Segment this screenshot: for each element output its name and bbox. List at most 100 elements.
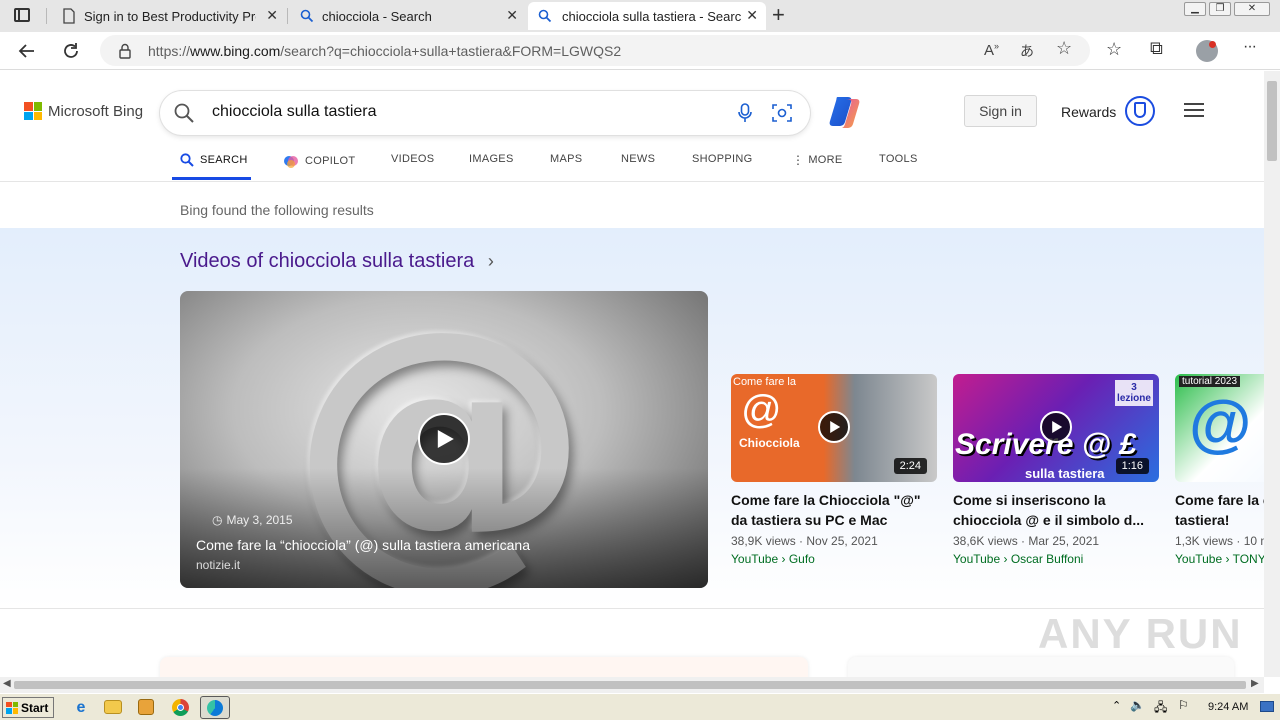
search-icon[interactable] xyxy=(174,103,194,123)
results-info: Bing found the following results xyxy=(180,202,374,218)
video-thumbnail[interactable]: tutorial 2023 @ xyxy=(1175,374,1264,482)
refresh-icon[interactable] xyxy=(62,42,80,60)
video-title[interactable]: Come si inseriscono la chiocciola @ e il… xyxy=(953,490,1159,530)
thumb-text: 3 lezione xyxy=(1115,380,1153,406)
media-player-icon[interactable] xyxy=(138,699,154,715)
video-source: notizie.it xyxy=(196,558,241,572)
video-card[interactable]: tutorial 2023 @ Come fare la chiocciola … xyxy=(1175,374,1264,566)
tab-actions-icon[interactable] xyxy=(14,8,30,22)
nav-active-indicator xyxy=(172,177,251,180)
tab-chiocciola-sulla-tastiera[interactable]: chiocciola sulla tastiera - Search ✕ xyxy=(528,2,766,30)
videos-title-text: Videos of chiocciola sulla tastiera xyxy=(180,250,475,272)
minimize-button[interactable]: ▁ xyxy=(1184,2,1206,16)
close-icon[interactable]: ✕ xyxy=(266,7,278,24)
page-icon xyxy=(63,8,75,24)
chrome-icon[interactable] xyxy=(172,699,189,716)
tab-title: chiocciola - Search xyxy=(322,8,432,24)
profile-avatar[interactable] xyxy=(1196,40,1218,62)
close-window-button[interactable]: ✕ xyxy=(1234,2,1270,16)
scroll-right-icon[interactable]: ▶ xyxy=(1251,678,1259,689)
sign-in-button[interactable]: Sign in xyxy=(964,95,1037,127)
tab-chiocciola-search[interactable]: chiocciola - Search ✕ xyxy=(290,2,526,30)
logo-text: Microsoft Bing xyxy=(48,102,144,120)
microphone-icon[interactable] xyxy=(738,103,752,123)
videos-section-title[interactable]: Videos of chiocciola sulla tastiera › xyxy=(180,250,494,273)
featured-video[interactable]: @ ◷May 3, 2015 Come fare la “chiocciola”… xyxy=(180,291,708,588)
rewards-medal-icon[interactable] xyxy=(1125,96,1155,126)
close-icon[interactable]: ✕ xyxy=(746,7,758,24)
video-card[interactable]: 3 lezione Scrivere @ £ sulla tastiera 1:… xyxy=(953,374,1159,566)
folder-icon[interactable] xyxy=(104,700,122,714)
play-button[interactable] xyxy=(418,413,470,465)
play-button[interactable] xyxy=(1040,411,1072,443)
close-icon[interactable]: ✕ xyxy=(506,7,518,24)
nav-maps[interactable]: MAPS xyxy=(550,153,582,165)
clock: 9:24 AM xyxy=(1208,701,1249,713)
play-icon xyxy=(437,430,454,448)
sign-in-label: Sign in xyxy=(979,103,1022,119)
video-meta: 38,9K views · Nov 25, 2021 xyxy=(731,534,878,548)
divider xyxy=(0,608,1264,609)
video-thumbnail[interactable]: 3 lezione Scrivere @ £ sulla tastiera 1:… xyxy=(953,374,1159,482)
internet-explorer-icon[interactable]: e xyxy=(70,697,92,719)
search-box[interactable]: chiocciola sulla tastiera xyxy=(160,91,810,135)
play-button[interactable] xyxy=(818,411,850,443)
video-duration: 1:16 xyxy=(1115,458,1149,474)
address-bar[interactable]: https://www.bing.com/search?q=chiocciola… xyxy=(100,35,1090,66)
vertical-scrollbar[interactable] xyxy=(1264,71,1280,677)
scrollbar-thumb[interactable] xyxy=(14,681,1246,689)
visual-search-icon[interactable] xyxy=(772,103,792,123)
start-button[interactable]: Start xyxy=(2,697,54,718)
show-desktop-icon[interactable] xyxy=(1260,701,1274,712)
back-arrow-icon[interactable] xyxy=(18,42,36,60)
nav-videos[interactable]: VIDEOS xyxy=(391,153,434,165)
rewards-label[interactable]: Rewards xyxy=(1061,104,1116,120)
volume-icon[interactable]: 🔈 xyxy=(1130,698,1145,712)
bing-logo[interactable]: Microsoft Bing xyxy=(24,102,143,120)
thumb-text: @ xyxy=(741,388,782,432)
network-icon[interactable]: 🖧 xyxy=(1154,698,1167,719)
scrollbar-thumb[interactable] xyxy=(1267,81,1277,161)
add-favorite-icon[interactable]: ☆ xyxy=(1056,38,1072,59)
tray-arrow-icon[interactable]: ⌃ xyxy=(1112,699,1121,712)
video-title[interactable]: Come fare la chiocciola sulla tastiera! xyxy=(1175,490,1264,530)
read-aloud-icon[interactable]: A» xyxy=(984,41,999,59)
nav-shopping[interactable]: SHOPPING xyxy=(692,153,752,165)
hamburger-menu-icon[interactable] xyxy=(1184,103,1204,117)
restore-button[interactable]: ❐ xyxy=(1209,2,1231,16)
lock-icon[interactable] xyxy=(118,43,132,59)
scroll-left-icon[interactable]: ◀ xyxy=(3,678,11,689)
nav-label: TOOLS xyxy=(879,153,918,165)
nav-tools[interactable]: TOOLS xyxy=(879,153,918,165)
video-meta: 1,3K views · 10 mesi fa xyxy=(1175,534,1264,548)
copilot-icon[interactable] xyxy=(828,93,864,129)
thumb-text: Come fare la xyxy=(733,376,796,388)
edge-icon[interactable] xyxy=(200,696,230,719)
favorites-icon[interactable]: ☆ xyxy=(1106,39,1122,60)
nav-images[interactable]: IMAGES xyxy=(469,153,514,165)
microsoft-logo-icon xyxy=(24,102,42,120)
tab-sign-in[interactable]: Sign in to Best Productivity Provi ✕ xyxy=(50,2,286,30)
video-source[interactable]: YouTube › Gufo xyxy=(731,552,937,566)
collections-icon[interactable]: ⧉ xyxy=(1150,38,1163,59)
video-title[interactable]: Come fare la Chiocciola "@" da tastiera … xyxy=(731,490,937,530)
url-text[interactable]: https://www.bing.com/search?q=chiocciola… xyxy=(148,43,621,59)
nav-more[interactable]: ⋮ MORE xyxy=(792,153,843,167)
more-menu-icon[interactable]: ··· xyxy=(1243,38,1257,56)
watermark: ANY RUN xyxy=(1038,610,1243,657)
nav-copilot[interactable]: COPILOT xyxy=(283,153,355,169)
nav-label: NEWS xyxy=(621,153,656,165)
video-card[interactable]: Come fare la @ Chiocciola 2:24 Come fare… xyxy=(731,374,937,566)
nav-search[interactable]: SEARCH xyxy=(180,153,248,167)
video-source[interactable]: YouTube › Oscar Buffoni xyxy=(953,552,1159,566)
search-input[interactable]: chiocciola sulla tastiera xyxy=(212,103,377,121)
flag-icon[interactable]: ⚐ xyxy=(1178,698,1189,712)
video-source[interactable]: YouTube › TONY xyxy=(1175,552,1264,566)
new-tab-button[interactable]: + xyxy=(772,4,785,26)
nav-news[interactable]: NEWS xyxy=(621,153,655,165)
video-title[interactable]: Come fare la “chiocciola” (@) sulla tast… xyxy=(196,537,530,553)
search-icon xyxy=(538,9,552,23)
video-thumbnail[interactable]: Come fare la @ Chiocciola 2:24 xyxy=(731,374,937,482)
translate-icon[interactable]: あ xyxy=(1020,41,1034,61)
horizontal-scrollbar[interactable]: ◀ ▶ xyxy=(0,677,1264,693)
